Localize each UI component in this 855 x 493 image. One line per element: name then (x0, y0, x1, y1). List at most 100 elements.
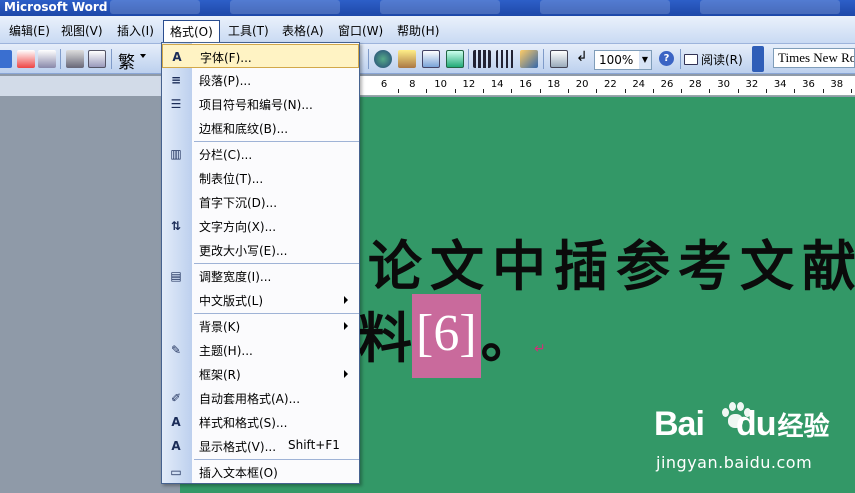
ruler-tick (681, 89, 683, 93)
read-button[interactable]: 阅读(R) (684, 50, 743, 70)
format-menu-item-label: 项目符号和编号(N)... (199, 98, 313, 112)
format-menu-item[interactable]: A 样式和格式(S)... (162, 410, 359, 434)
ruler-tick-label: 32 (745, 79, 759, 90)
menu-item[interactable]: 帮助(H) (391, 21, 445, 41)
show-hide-icon[interactable] (550, 50, 568, 68)
format-menu-item[interactable]: ☰ 项目符号和编号(N)... (162, 92, 359, 116)
toolbar-options-icon[interactable] (752, 46, 764, 72)
format-menu-item[interactable]: ✎ 主题(H)... (162, 338, 359, 362)
watermark-url: jingyan.baidu.com (656, 453, 813, 472)
background-tab (540, 0, 670, 14)
ruler-tick-label: 26 (660, 79, 674, 90)
zoom-value: 100% (599, 53, 634, 67)
ruler-tick-label: 14 (490, 79, 504, 90)
format-menu-item-label: 文字方向(X)... (199, 220, 277, 234)
text-direction-icon: ⇅ (170, 219, 182, 233)
format-menu-item[interactable]: 中文版式(L) (162, 288, 359, 312)
format-menu-item[interactable]: A 字体(F)... (162, 44, 359, 68)
book-icon (684, 54, 698, 65)
ruler-tick-label: 34 (773, 79, 787, 90)
chevron-down-icon[interactable] (140, 54, 146, 58)
format-menu-item[interactable]: 首字下沉(D)... (162, 190, 359, 214)
ruler-tick (454, 89, 456, 93)
background-tab (230, 0, 340, 14)
ruler-tick (596, 89, 598, 93)
theme-icon: ✎ (170, 343, 182, 357)
styles-icon: A (171, 415, 181, 429)
email-icon[interactable] (38, 50, 56, 68)
ruler-tick (737, 89, 739, 93)
help-icon[interactable]: ? (659, 51, 674, 66)
insert-table-icon[interactable] (422, 50, 440, 68)
ruler-tick-label: 22 (604, 79, 617, 90)
background-tab (380, 0, 500, 14)
menu-item[interactable]: 格式(O) (163, 20, 220, 44)
format-menu-item-label: 样式和格式(S)... (199, 416, 288, 430)
ruler-tick-label: 20 (575, 79, 589, 90)
zoom-select[interactable]: 100% ▼ (594, 50, 652, 70)
submenu-arrow-icon (344, 322, 348, 330)
menu-item[interactable]: 工具(T) (222, 21, 275, 41)
ruler-tick-label: 24 (632, 79, 646, 90)
format-menu-item[interactable]: 框架(R) (162, 362, 359, 386)
hyperlink-icon[interactable] (374, 50, 392, 68)
ruler-tick-label: 12 (462, 79, 476, 90)
menu-item[interactable]: 编辑(E) (3, 21, 56, 41)
watermark-cn-text: 经验 (777, 412, 830, 442)
toolbar-separator (543, 49, 544, 69)
menu-item[interactable]: 窗口(W) (332, 21, 389, 41)
watermark-logo-text: Bai (654, 405, 705, 443)
format-menu-item[interactable]: ⇅ 文字方向(X)... (162, 214, 359, 238)
format-menu-item[interactable]: 更改大小写(E)... (162, 238, 359, 262)
format-menu-item[interactable]: 制表位(T)... (162, 166, 359, 190)
ruler-tick-label: 36 (802, 79, 815, 90)
read-label: 阅读(R) (701, 53, 743, 67)
format-menu-item[interactable]: ✐ 自动套用格式(A)... (162, 386, 359, 410)
print-icon[interactable] (66, 50, 84, 68)
document-map-icon[interactable] (520, 50, 538, 68)
menu-item[interactable]: 插入(I) (111, 21, 160, 41)
document-text-line: 论文中插参考文献 (368, 234, 855, 298)
document-text: 料 (358, 306, 412, 370)
horizontal-ruler[interactable]: 6 8 10 12 14 16 18 20 22 24 26 28 30 32 34 36 38 (360, 76, 855, 96)
format-menu-item[interactable]: ▭ 插入文本框(O) (162, 460, 359, 484)
format-menu-item[interactable]: 边框和底纹(B)... (162, 116, 359, 140)
watermark-logo: Bai du经验 (654, 405, 829, 444)
toolbar-separator (680, 49, 681, 69)
citation-marker[interactable]: [6] (412, 294, 481, 378)
tables-borders-icon[interactable] (398, 50, 416, 68)
ruler-tick-label: 18 (547, 79, 561, 90)
save-icon[interactable] (0, 50, 12, 68)
menu-item[interactable]: 表格(A) (276, 21, 330, 41)
menu-item[interactable]: 视图(V) (55, 21, 109, 41)
chevron-down-icon[interactable]: ▼ (639, 51, 651, 69)
bullets-icon: ☰ (170, 97, 182, 111)
columns-icon[interactable] (473, 50, 491, 68)
format-menu-item[interactable]: ▥ 分栏(C)... (162, 142, 359, 166)
format-menu-item[interactable]: 背景(K) (162, 314, 359, 338)
paragraph-mark-icon: ↵ (534, 341, 546, 357)
print-preview-icon[interactable] (88, 50, 106, 68)
ruler-tick-label: 16 (519, 79, 532, 90)
toolbar-separator (60, 49, 61, 69)
toolbar-separator (468, 49, 469, 69)
format-menu-item-label: 主题(H)... (199, 344, 253, 358)
format-menu-item[interactable]: ▤ 调整宽度(I)... (162, 264, 359, 288)
format-menu-item[interactable]: ≡ 段落(P)... (162, 68, 359, 92)
textbox-icon: ▭ (170, 465, 182, 479)
insert-excel-icon[interactable] (446, 50, 464, 68)
paragraph-mark-icon[interactable]: ↲ (576, 49, 588, 65)
background-tab (700, 0, 840, 14)
ruler-tick (850, 89, 852, 93)
traditional-chinese-button[interactable]: 繁 (118, 48, 135, 73)
format-menu-item-label: 显示格式(V)... (199, 440, 277, 454)
permission-icon[interactable] (17, 50, 35, 68)
font-name-select[interactable]: Times New Roman (773, 48, 855, 68)
title-bar: Microsoft Word (0, 0, 855, 16)
drawing-icon[interactable] (496, 50, 514, 68)
ruler-tick (567, 89, 569, 93)
format-menu-item[interactable]: A 显示格式(V)... Shift+F1 (162, 434, 359, 458)
ruler-tick (483, 89, 485, 93)
ruler-tick (398, 89, 400, 93)
ruler-tick-label: 10 (434, 79, 447, 90)
